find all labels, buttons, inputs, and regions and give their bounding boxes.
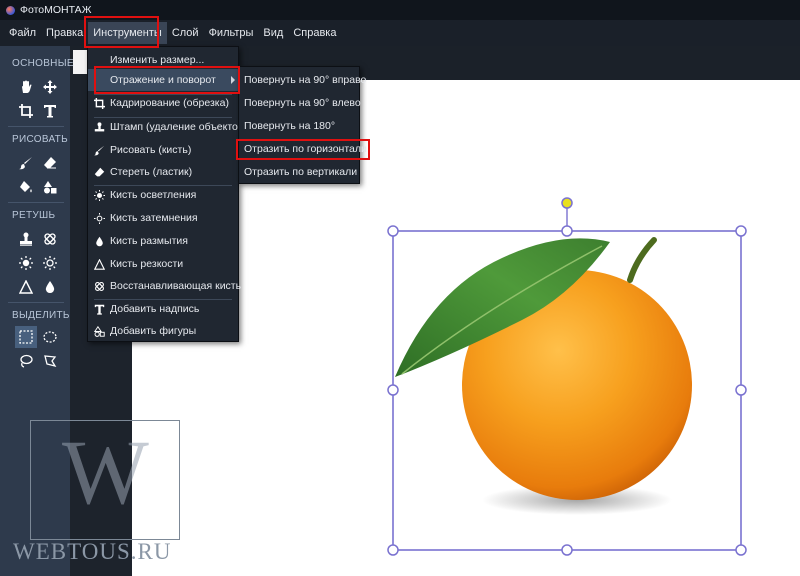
menu-item-label: Кисть размытия — [110, 235, 188, 247]
resize-handle-w[interactable] — [387, 384, 399, 396]
resize-handle-s[interactable] — [561, 544, 573, 556]
brush-icon — [93, 144, 105, 156]
submenu-rotate-180[interactable]: Повернуть на 180° — [244, 120, 335, 132]
submenu-arrow-icon — [231, 76, 235, 84]
menu-item-label: Рисовать (кисть) — [110, 144, 192, 156]
menu-item-darken-brush[interactable]: Кисть затемнения — [88, 207, 238, 229]
stamp-icon — [93, 121, 105, 133]
menu-item-add-shapes[interactable]: Добавить фигуры — [88, 320, 238, 342]
menu-item-lighten-brush[interactable]: Кисть осветления — [88, 184, 238, 206]
resize-handle-sw[interactable] — [387, 544, 399, 556]
resize-handle-ne[interactable] — [735, 225, 747, 237]
menu-item-label: Изменить размер... — [110, 54, 205, 66]
menu-item-label: Кисть затемнения — [110, 212, 198, 224]
blank-icon — [93, 74, 105, 86]
blank-icon — [93, 54, 105, 66]
sun-outline-icon — [93, 212, 105, 224]
watermark-text: WEBTOUS.RU — [13, 539, 172, 564]
menu-item-reflect-rotate[interactable]: Отражение и поворот — [88, 69, 238, 91]
reflect-rotate-submenu: Повернуть на 90° вправо Повернуть на 90°… — [238, 66, 367, 184]
menu-item-label: Добавить надпись — [110, 303, 200, 315]
submenu-rotate-90-left[interactable]: Повернуть на 90° влево — [244, 97, 361, 109]
watermark-logo: W — [62, 421, 149, 523]
menu-item-sharpen-brush[interactable]: Кисть резкости — [88, 253, 238, 275]
resize-handle-se[interactable] — [735, 544, 747, 556]
menu-item-add-text[interactable]: Добавить надпись — [88, 298, 238, 320]
patch-icon — [93, 280, 105, 292]
menu-item-resize[interactable]: Изменить размер... — [88, 49, 238, 71]
menu-item-crop[interactable]: Кадрирование (обрезка) — [88, 92, 238, 114]
resize-handle-n[interactable] — [561, 225, 573, 237]
menu-item-label: Стереть (ластик) — [110, 166, 193, 178]
rotate-handle[interactable] — [561, 197, 573, 209]
tools-dropdown-menu: Изменить размер... Отражение и поворот К… — [87, 46, 247, 342]
drop-icon — [93, 235, 105, 247]
menu-item-eraser[interactable]: Стереть (ластик) — [88, 161, 238, 183]
menu-item-label: Кисть осветления — [110, 189, 197, 201]
eraser-icon — [93, 166, 105, 178]
resize-handle-nw[interactable] — [387, 225, 399, 237]
resize-handle-e[interactable] — [735, 384, 747, 396]
menu-item-label: Добавить фигуры — [110, 325, 197, 337]
crop-icon — [93, 97, 105, 109]
menu-item-stamp[interactable]: Штамп (удаление объектов) — [88, 116, 247, 138]
triangle-icon — [93, 258, 105, 270]
submenu-rotate-90-right[interactable]: Повернуть на 90° вправо — [244, 74, 366, 86]
menu-item-brush[interactable]: Рисовать (кисть) — [88, 139, 238, 161]
menu-item-label: Кадрирование (обрезка) — [110, 97, 229, 109]
shapes-icon — [93, 325, 105, 337]
text-icon — [93, 303, 105, 315]
menu-item-label: Восстанавливающая кисть — [110, 280, 242, 292]
submenu-flip-horizontal[interactable]: Отразить по горизонтали — [244, 143, 367, 155]
sun-icon — [93, 189, 105, 201]
menu-item-blur-brush[interactable]: Кисть размытия — [88, 230, 238, 252]
menu-item-label: Штамп (удаление объектов) — [110, 121, 247, 133]
submenu-flip-vertical[interactable]: Отразить по вертикали — [244, 166, 357, 178]
menu-item-label: Отражение и поворот — [110, 74, 216, 86]
menu-item-healing-brush[interactable]: Восстанавливающая кисть — [88, 275, 242, 297]
menu-item-label: Кисть резкости — [110, 258, 184, 270]
